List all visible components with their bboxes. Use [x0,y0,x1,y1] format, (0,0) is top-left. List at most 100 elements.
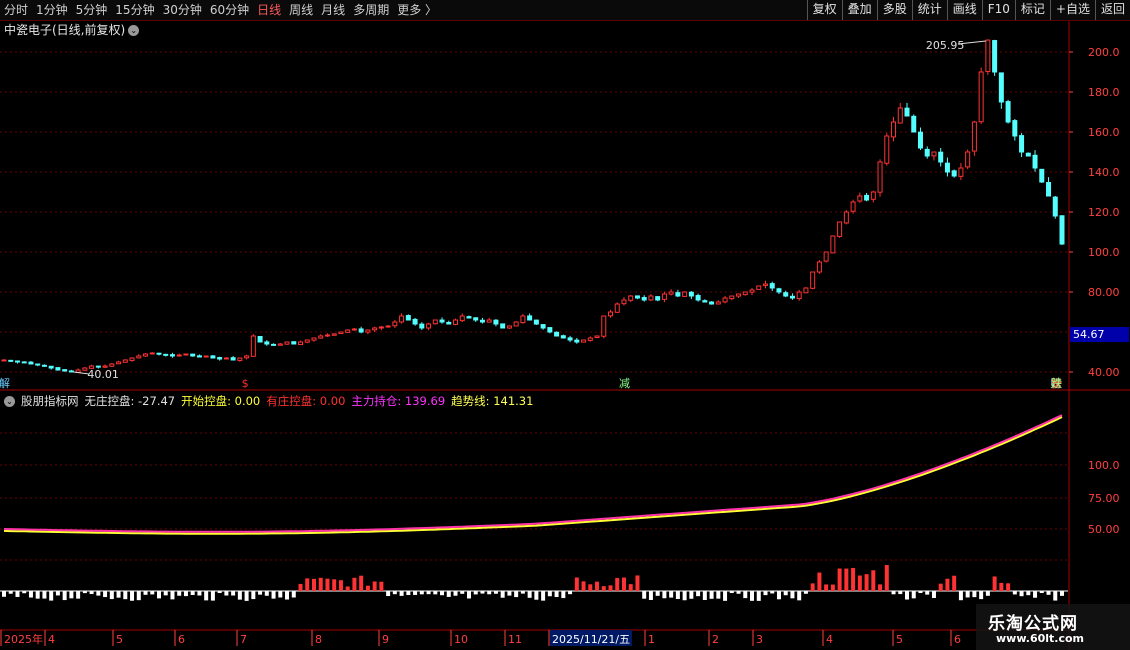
histogram-bar [871,570,876,591]
candle-body [789,295,795,299]
date-label: 9 [382,633,389,646]
candle-body [1046,182,1052,197]
candle-body [527,315,533,321]
histogram-bar [204,591,209,601]
candle-body [1059,215,1065,245]
histogram-bar [419,591,424,595]
histogram-bar [844,568,849,591]
histogram-bar [1006,583,1011,591]
candle-body [971,121,977,152]
histogram-bar [244,591,249,601]
candle-body [95,365,101,368]
candle-body [21,361,27,364]
histogram-bar [723,591,728,601]
candle-body [810,271,816,289]
candle-body [372,327,378,331]
candle-body [837,221,843,237]
histogram-bar [231,591,236,596]
candle-body [661,293,667,300]
histogram-bar [514,591,519,598]
histogram-bar [298,583,303,591]
candle-body [560,335,566,339]
candle-body [419,323,425,329]
histogram-bar [365,585,370,591]
histogram-bar [736,591,741,594]
chart-canvas[interactable]: 200.0 180.0 160.0 140.0 120.0 100.0 80.00 40.00… [0,0,1130,650]
candle-body [331,333,337,336]
histogram-bar [507,591,512,596]
legend-start-control: 开始控盘: 0.00 [181,394,261,408]
histogram-bar [473,591,478,595]
histogram-bar [776,591,781,600]
stock-title[interactable]: 中瓷电子(日线,前复权) ⌄ [4,21,140,38]
candle-body [816,261,822,273]
histogram-bar [480,591,485,594]
histogram-bar [574,577,579,591]
indicator-name[interactable]: 股朋指标网 [21,393,79,409]
histogram-bar [466,591,471,599]
candle-body [547,327,553,333]
candle-body [688,291,694,297]
candle-body [163,353,169,356]
histogram-bar [399,591,404,596]
histogram-bar [972,591,977,598]
chevron-down-icon[interactable]: ⌄ [128,25,140,36]
candle-body [634,295,640,299]
histogram-bar [493,591,498,594]
candle-body [190,353,196,357]
histogram-bar [608,585,613,591]
candle-body [682,291,688,297]
candle-body [55,367,61,371]
candle-body [702,300,708,303]
histogram-bar [352,577,357,591]
histogram-bar [278,591,283,598]
candle-body [715,301,721,305]
candle-body [62,369,68,372]
indicator-series [0,414,1068,601]
histogram-bar [911,591,916,599]
candle-body [978,71,984,123]
histogram-bar [1033,591,1038,598]
histogram-bar [1046,591,1051,595]
candle-body [244,355,250,359]
histogram-bar [116,591,121,598]
candle-body [271,343,277,346]
candle-body [931,151,937,157]
price-tick-label: 120.0 [1088,206,1120,219]
candle-body [426,323,432,329]
histogram-bar [878,584,883,591]
histogram-bar [884,565,889,591]
candle-body [722,297,728,303]
candle-body [439,319,445,323]
histogram-bar [1039,591,1044,594]
candle-body [1032,154,1038,169]
chevron-down-icon[interactable]: ⌄ [4,395,15,407]
candle-body [796,291,802,300]
histogram-bar [42,591,47,599]
candle-body [776,288,782,293]
histogram-bar [595,581,600,591]
candle-body [648,295,654,301]
candle-body [709,301,715,305]
date-label: 6 [178,633,185,646]
histogram-bar [1019,591,1024,597]
histogram-bar [170,591,175,600]
histogram-bar [662,591,667,599]
candle-body [857,195,863,202]
legend-has-control: 有庄控盘: 0.00 [266,394,346,408]
histogram-bar [183,591,188,597]
candle-body [183,353,189,356]
histogram-bar [163,591,168,596]
indicator-tick-label: 100.0 [1088,459,1120,472]
event-marker: 跌 [1051,376,1062,390]
histogram-bar [325,578,330,591]
candle-body [884,135,890,164]
price-tick-label: 40.00 [1088,366,1120,379]
candle-body [1052,196,1058,217]
candle-body [358,328,364,333]
price-tick-label: 200.0 [1088,46,1120,59]
date-label: 8 [315,633,322,646]
candle-body [769,283,775,289]
candle-body [554,331,560,337]
date-label: 11 [508,633,522,646]
